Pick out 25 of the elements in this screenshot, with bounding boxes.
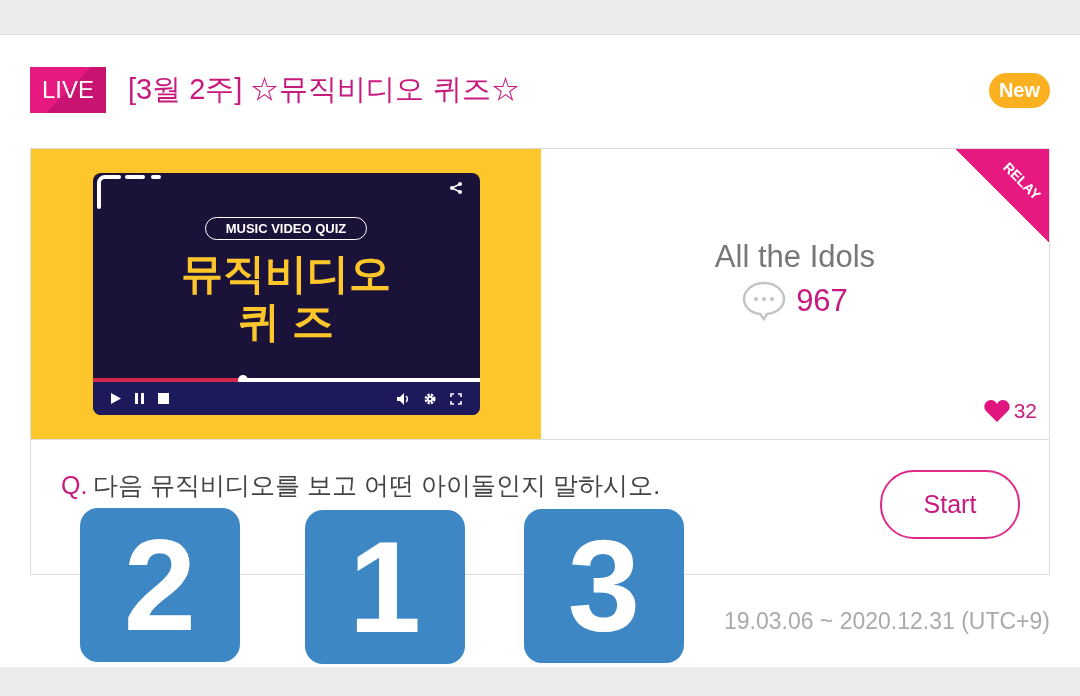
number-sticker: 1 (305, 510, 465, 664)
comment-icon (742, 281, 787, 321)
pause-icon (134, 393, 144, 404)
play-icon (110, 393, 121, 404)
live-badge: LIVE (30, 67, 106, 113)
heart-icon (983, 400, 1010, 422)
video-headline: 뮤직비디오 (181, 250, 391, 298)
start-button[interactable]: Start (880, 470, 1020, 539)
fullscreen-icon (449, 392, 462, 405)
question-marker: Q. (61, 472, 88, 500)
quiz-title[interactable]: [3월 2주] ☆뮤직비디오 퀴즈☆ (128, 70, 989, 110)
video-headline: 퀴 즈 (238, 298, 334, 346)
new-badge: New (988, 72, 1050, 108)
question-text: 다음 뮤직비디오를 보고 어떤 아이돌인지 말하시오. (93, 472, 661, 500)
period-text: 19.03.06 ~ 2020.12.31 (UTC+9) (723, 608, 1050, 635)
settings-icon (423, 392, 436, 405)
category-label: All the Idols (714, 239, 876, 275)
comment-count: 967 (796, 283, 848, 319)
share-icon (448, 181, 463, 195)
volume-icon (396, 392, 410, 405)
like-count: 32 (1013, 399, 1037, 423)
number-sticker: 3 (524, 509, 684, 663)
thumbnail-panel[interactable]: MUSIC VIDEO QUIZ 뮤직비디오 퀴 즈 (31, 149, 541, 439)
number-sticker: 2 (80, 508, 240, 662)
stop-icon (157, 393, 169, 404)
